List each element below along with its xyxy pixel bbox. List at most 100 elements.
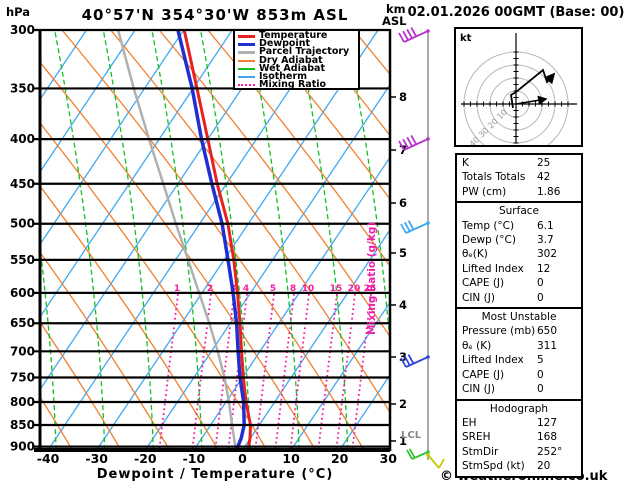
stat-row: Dewp (°C) 3.7 <box>457 233 581 247</box>
stat-row: Lifted Index 5 <box>457 353 581 367</box>
wind-barb-tick <box>410 134 418 145</box>
legend-line-sample <box>238 34 255 38</box>
stat-label: Temp (°C) <box>462 219 515 232</box>
dry-adiabat-line <box>158 30 390 338</box>
temperature-tick-label: -40 <box>37 451 60 466</box>
hodograph-ring-label: 30 <box>477 126 491 140</box>
temperature-tick-label: -20 <box>134 451 157 466</box>
legend-label: Mixing Ratio <box>259 79 327 91</box>
isotherm-line <box>193 156 390 450</box>
stat-row: StmSpd (kt) 20 <box>457 459 581 473</box>
chart-legend: Temperature Dewpoint Parcel Trajectory Dry … <box>233 29 360 90</box>
stat-label: Dewp (°C) <box>462 234 516 247</box>
stat-row: CIN (J) 0 <box>457 382 581 396</box>
pressure-tick-label: 900 <box>10 440 35 454</box>
wind-barb-tick <box>406 136 413 147</box>
stat-value: 25 <box>537 157 551 169</box>
stat-value: 168 <box>537 431 558 444</box>
wind-barb-stem <box>427 454 440 469</box>
stat-value: 3.7 <box>537 234 554 247</box>
stat-row: CAPE (J) 0 <box>457 276 581 290</box>
stat-value: 127 <box>537 416 558 429</box>
pressure-tick-label: 750 <box>10 370 35 384</box>
wind-barb <box>406 448 430 460</box>
stat-label: SREH <box>462 431 491 444</box>
wind-barb-tick <box>438 458 445 469</box>
surface-box: Surface Temp (°C) 6.1 Dewp (°C) 3.7 θₑ(K) 302… <box>455 201 583 310</box>
mixing-ratio-line <box>335 293 356 450</box>
legend-line-sample <box>238 76 255 79</box>
pressure-tick-label: 500 <box>10 217 35 231</box>
stat-row: SREH 168 <box>457 430 581 444</box>
altitude-axis-unit-asl: ASL <box>382 14 407 28</box>
stat-value: 20 <box>537 460 551 473</box>
km-tick-label: 2 <box>399 397 407 411</box>
pressure-tick-label: 800 <box>10 395 35 409</box>
pressure-axis-unit: hPa <box>6 5 31 19</box>
isotherm-line <box>47 30 331 450</box>
surface-header: Surface <box>498 205 539 218</box>
wind-barb-tick <box>398 32 405 43</box>
hodograph-ring-label: 10 <box>495 108 509 122</box>
lcl-marker-label: LCL <box>401 430 422 441</box>
stat-row: Lifted Index 12 <box>457 262 581 276</box>
stat-value: 311 <box>537 339 558 352</box>
mixing-ratio-line <box>158 293 179 450</box>
wet-adiabat-line <box>0 30 8 450</box>
stat-value: 6.1 <box>537 219 554 232</box>
pressure-tick-label: 600 <box>10 286 35 300</box>
temperature-tick-label: 10 <box>282 451 300 466</box>
stat-label: Lifted Index <box>462 262 524 275</box>
stat-label: CIN (J) <box>462 291 495 304</box>
stat-row: Pressure (mb) 650 <box>457 324 581 338</box>
isotherm-line <box>40 30 282 391</box>
stat-value: 5 <box>537 354 544 367</box>
pressure-tick-label: 400 <box>10 132 35 146</box>
stat-value: 0 <box>537 291 544 304</box>
temperature-tick-label: -10 <box>183 451 206 466</box>
wind-barb-tick <box>410 26 418 37</box>
wind-barb-tick <box>407 220 415 231</box>
stat-label: Pressure (mb) <box>462 325 536 338</box>
stat-label: Totals Totals <box>462 171 526 184</box>
wind-barb-tick <box>400 223 407 234</box>
isotherm-line <box>96 30 379 450</box>
mixing-ratio-line <box>274 293 295 450</box>
pressure-tick-label: 350 <box>10 81 35 95</box>
chart-title: 40°57'N 354°30'W 853m ASL <box>81 6 349 24</box>
legend-line-sample <box>238 59 255 62</box>
mixing-ratio-axis-label: Mixing Ratio (g/kg) <box>366 221 378 335</box>
sounding-screenshot: { "header": { "title": "40°57'N 354°30'W… <box>0 0 629 486</box>
stat-row: Totals Totals 42 <box>457 170 581 184</box>
stat-value: 302 <box>537 248 558 261</box>
stat-label: CAPE (J) <box>462 368 505 381</box>
x-axis-label: Dewpoint / Temperature (°C) <box>96 467 334 482</box>
stat-row: CAPE (J) 0 <box>457 368 581 382</box>
pressure-tick-label: 450 <box>10 177 35 191</box>
legend-line-sample <box>238 50 255 54</box>
temperature-tick-label: -30 <box>85 451 108 466</box>
stat-label: CAPE (J) <box>462 277 505 290</box>
legend-line-sample <box>238 42 255 46</box>
stat-label: CIN (J) <box>462 383 495 396</box>
dry-adiabat-line <box>61 30 365 450</box>
stat-label: Lifted Index <box>462 354 524 367</box>
most-unstable-header: Most Unstable <box>481 311 557 324</box>
stat-label: θₑ(K) <box>462 248 488 261</box>
stat-row: K 25 <box>457 156 581 170</box>
most-unstable-box: Most Unstable Pressure (mb) 650 θₑ (K) 311 L… <box>455 307 583 401</box>
stat-row: θₑ (K) 311 <box>457 339 581 353</box>
km-tick-label: 5 <box>399 246 407 260</box>
dry-adiabat-line <box>40 61 316 450</box>
isotherm-line <box>144 83 390 450</box>
wind-barb-tick <box>406 28 413 39</box>
hodograph-ring-label: 20 <box>486 117 500 131</box>
wind-barb <box>426 453 445 469</box>
pressure-tick-label: 700 <box>10 344 35 358</box>
wind-barb-tick <box>407 354 415 365</box>
hodograph-plot: 10203040 <box>461 33 577 145</box>
stat-label: K <box>462 157 469 169</box>
stat-label: StmSpd (kt) <box>462 460 525 473</box>
stat-row: PW (cm) 1.86 <box>457 185 581 199</box>
temperature-tick-label: 0 <box>238 451 247 466</box>
